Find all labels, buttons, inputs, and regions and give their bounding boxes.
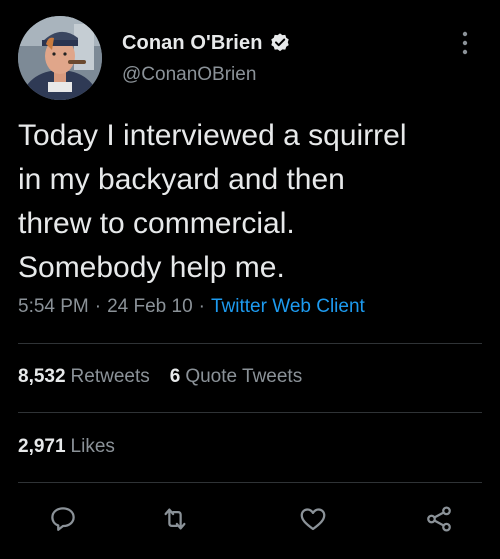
meta-separator: · [198,296,205,317]
user-handle[interactable]: @ConanOBrien [122,64,256,86]
tweet-header: Conan O'Brien @ConanOBrien [0,0,500,110]
name-row: Conan O'Brien [122,30,291,56]
quotes-label: Quote Tweets [185,366,303,387]
retweets-link[interactable]: 8,532 Retweets [18,366,150,388]
more-options-icon[interactable] [455,26,475,60]
retweets-count: 8,532 [18,366,66,387]
divider [18,482,482,483]
likes-count: 2,971 [18,436,66,457]
quote-tweets-link[interactable]: 6 Quote Tweets [170,366,302,388]
divider [18,343,482,344]
verified-badge-icon [269,32,291,54]
tweet-client-link[interactable]: Twitter Web Client [211,296,365,318]
retweet-stats: 8,532 Retweets 6 Quote Tweets [18,366,302,388]
avatar-image [18,16,102,100]
tweet-time[interactable]: 5:54 PM [18,296,89,318]
tweet-date[interactable]: 24 Feb 10 [107,296,193,318]
share-icon[interactable] [424,504,454,534]
display-name[interactable]: Conan O'Brien [122,32,263,55]
like-icon[interactable] [298,504,328,534]
divider [18,412,482,413]
likes-label: Likes [70,436,115,457]
tweet-text: Today I interviewed a squirrel in my bac… [18,119,407,284]
tweet-meta: 5:54 PM · 24 Feb 10 · Twitter Web Client [18,296,365,318]
meta-separator: · [94,296,102,317]
like-stats: 2,971 Likes [18,436,115,458]
quotes-count: 6 [169,366,181,387]
retweet-icon[interactable] [160,504,190,534]
reply-icon[interactable] [48,504,78,534]
avatar[interactable] [18,16,102,100]
action-bar [0,500,500,540]
likes-link[interactable]: 2,971 Likes [18,436,115,458]
retweets-label: Retweets [70,366,150,387]
